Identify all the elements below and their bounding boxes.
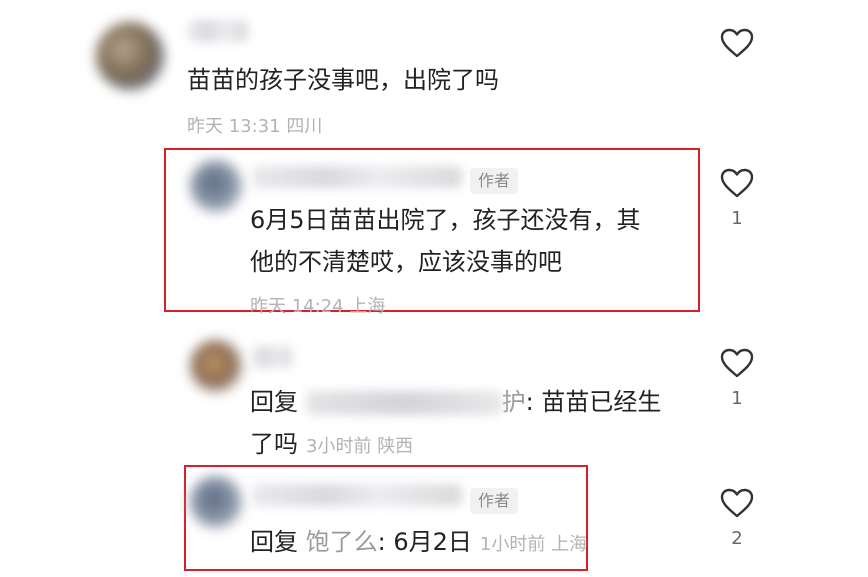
reply-target-blurred[interactable] (305, 391, 502, 415)
like-button[interactable]: 1 (717, 168, 757, 229)
heart-outline-icon (720, 488, 754, 518)
username-blurred[interactable] (188, 20, 248, 42)
comment-location: 陕西 (377, 436, 414, 457)
comment-text-line2: 他的不清楚哎，应该没事的吧 (250, 248, 562, 276)
like-button[interactable]: 2 (717, 488, 757, 549)
reply-text-continued: 了吗 (250, 430, 298, 458)
like-count: 1 (731, 388, 743, 409)
comment-time: 昨天 13:31 (187, 116, 281, 137)
reply-prefix: 回复 (250, 528, 298, 556)
like-button[interactable] (717, 28, 757, 68)
reply-text-line2: 了吗 3小时前 陕西 (250, 424, 413, 467)
comment-location: 上海 (349, 296, 386, 317)
comment-time: 1小时前 (479, 534, 546, 555)
heart-outline-icon (720, 348, 754, 378)
heart-outline-icon (720, 28, 754, 58)
comment-meta: 昨天 14:24 上海 (250, 292, 385, 318)
comment-text: 苗苗的孩子没事吧，出院了吗 (187, 66, 499, 94)
comment-meta: 3小时前 陕西 (306, 436, 413, 457)
comment-time: 3小时前 (306, 436, 372, 457)
reply-text: 回复 饱了么: 6月2日 1小时前 上海 (250, 522, 587, 565)
reply-text-line1: 回复 护: 苗苗已经生 (250, 382, 661, 422)
author-tag: 作者 (470, 488, 519, 514)
reply-content: : 6月2日 (377, 528, 472, 556)
comment-meta: 1小时前 上海 (480, 534, 587, 555)
reply-prefix: 回复 (250, 388, 298, 416)
avatar[interactable] (96, 22, 164, 90)
username-blurred[interactable] (252, 166, 462, 188)
reply-target[interactable]: 饱了么 (306, 528, 378, 556)
like-button[interactable]: 1 (717, 348, 757, 409)
avatar[interactable] (190, 340, 242, 392)
heart-outline-icon (720, 168, 754, 198)
comment-thread: 苗苗的孩子没事吧，出院了吗 昨天 13:31 四川 作者 6月5日苗苗出院了，孩… (0, 0, 868, 577)
comment-text-line1: 6月5日苗苗出院了，孩子还没有，其 (250, 206, 641, 234)
reply-target-suffix[interactable]: 护 (502, 388, 526, 416)
avatar[interactable] (190, 160, 242, 212)
like-count: 2 (731, 528, 743, 549)
comment-location: 四川 (286, 116, 323, 137)
like-count: 1 (731, 208, 743, 229)
avatar[interactable] (190, 476, 242, 528)
author-tag: 作者 (470, 168, 519, 194)
username-blurred[interactable] (252, 484, 462, 506)
username-blurred[interactable] (252, 346, 292, 368)
comment-time: 昨天 14:24 (250, 296, 344, 317)
comment-meta: 昨天 13:31 四川 (187, 112, 322, 138)
reply-text: : 苗苗已经生 (525, 388, 662, 416)
comment-location: 上海 (551, 534, 588, 555)
